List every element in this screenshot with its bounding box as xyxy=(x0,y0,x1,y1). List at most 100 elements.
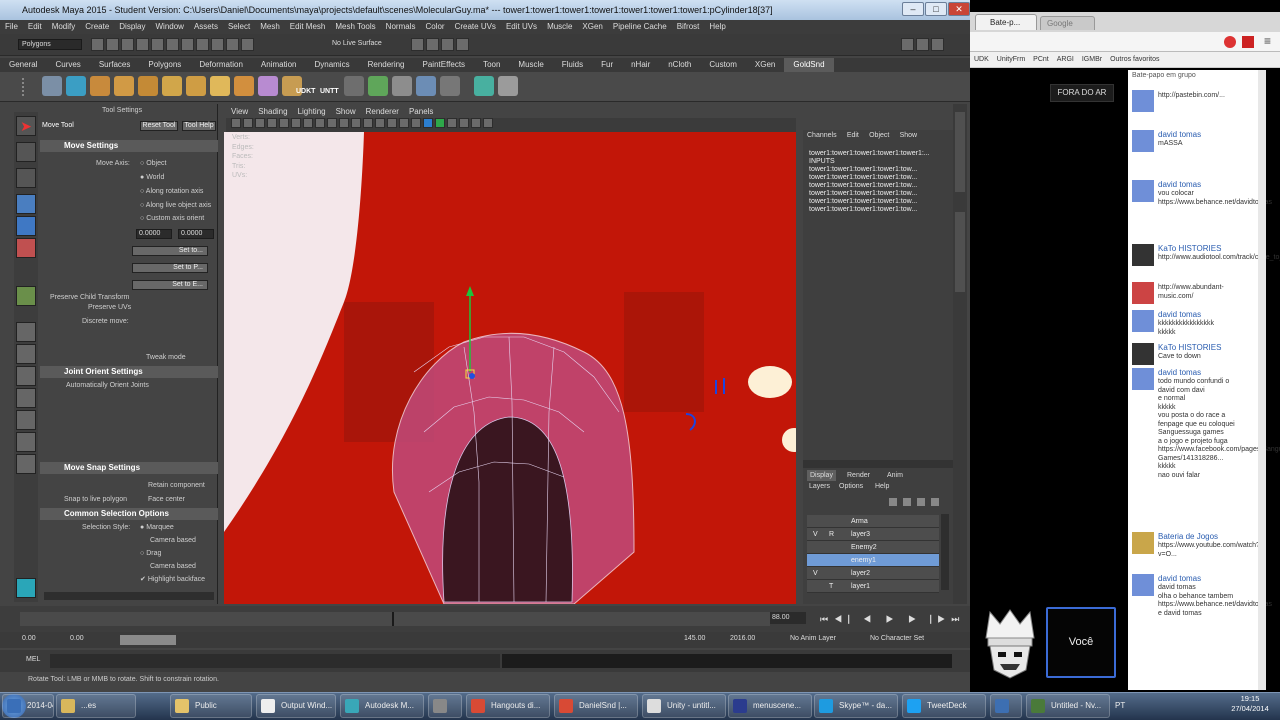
help-menu[interactable]: Help xyxy=(875,483,889,490)
isolate-select-icon[interactable] xyxy=(471,118,481,128)
menu-xgen[interactable]: XGen xyxy=(577,20,607,34)
avatar[interactable] xyxy=(1132,532,1154,554)
joint-orient-header[interactable]: Joint Orient Settings xyxy=(40,366,218,378)
select-hierarchy-icon[interactable] xyxy=(136,38,149,51)
layout-side-icon[interactable] xyxy=(16,366,36,386)
menu-mesh[interactable]: Mesh xyxy=(255,20,285,34)
time-slider-track[interactable] xyxy=(20,612,770,626)
shelf-tab-rendering[interactable]: Rendering xyxy=(359,58,414,72)
avatar[interactable] xyxy=(1132,310,1154,332)
bookmark-item[interactable]: UDK xyxy=(970,52,993,67)
chat-scrollbar[interactable] xyxy=(1258,70,1266,690)
sender-name[interactable]: KaTo HISTORIES xyxy=(1158,244,1221,253)
chrome-menu-icon[interactable]: ≡ xyxy=(1264,34,1271,48)
taskbar-item[interactable]: Unity - untitl... xyxy=(642,694,726,718)
select-component-icon[interactable] xyxy=(166,38,179,51)
shelf-tab-animation[interactable]: Animation xyxy=(252,58,306,72)
sender-name[interactable]: david tomas xyxy=(1158,180,1201,189)
select-tool-icon[interactable]: ➤ xyxy=(16,116,36,136)
menu-edit-mesh[interactable]: Edit Mesh xyxy=(285,20,331,34)
shelf-tab-painteffects[interactable]: PaintEffects xyxy=(414,58,475,72)
grid-icon[interactable] xyxy=(279,118,289,128)
set-to-button-1[interactable]: Set to... xyxy=(132,246,208,256)
options-menu[interactable]: Options xyxy=(839,483,863,490)
shelf-tab-general[interactable]: General xyxy=(0,58,46,72)
image-plane-icon[interactable] xyxy=(267,118,277,128)
extension-icon[interactable] xyxy=(1224,36,1236,48)
channel-layer-divider[interactable] xyxy=(803,460,953,468)
history-icon[interactable] xyxy=(241,38,254,51)
range-start-inner-field[interactable]: 0.00 xyxy=(70,635,84,642)
show-menu[interactable]: Show xyxy=(896,130,922,142)
bookmark-item[interactable]: Outros favoritos xyxy=(1106,52,1163,67)
ambient-occlusion-icon[interactable] xyxy=(435,118,445,128)
extension-icon[interactable] xyxy=(1242,36,1254,48)
render-frame-icon[interactable] xyxy=(411,38,424,51)
chrome-tab-active[interactable]: Bate-p... xyxy=(975,14,1037,30)
retain-component-checkbox[interactable]: Retain component xyxy=(148,482,205,489)
playhead[interactable] xyxy=(392,612,394,626)
sender-name[interactable]: KaTo HISTORIES xyxy=(1158,343,1221,352)
shelf-tool-icon[interactable] xyxy=(258,76,278,96)
shelf-tool-icon[interactable] xyxy=(186,76,206,96)
bookmark-item[interactable]: ARGI xyxy=(1053,52,1078,67)
safe-title-icon[interactable] xyxy=(351,118,361,128)
move-layer-up-icon[interactable] xyxy=(889,498,897,506)
layer-reference-toggle[interactable]: R xyxy=(829,528,834,541)
snap-point-icon[interactable] xyxy=(211,38,224,51)
custom-axis-field-a[interactable]: 0.0000 xyxy=(136,229,172,239)
xray-icon[interactable] xyxy=(483,118,493,128)
camera-based-checkbox-2[interactable]: Camera based xyxy=(150,563,196,570)
axis-option-world[interactable]: ● World xyxy=(140,174,164,181)
channels-menu[interactable]: Channels xyxy=(803,130,841,142)
shelf-tool-icon[interactable] xyxy=(162,76,182,96)
shelf-tab-toon[interactable]: Toon xyxy=(474,58,509,72)
film-gate-icon[interactable] xyxy=(291,118,301,128)
shelf-tool-icon[interactable] xyxy=(90,76,110,96)
avatar[interactable] xyxy=(1132,368,1154,390)
bookmark-item[interactable]: PCnt xyxy=(1029,52,1053,67)
menu-select[interactable]: Select xyxy=(223,20,255,34)
menu-color[interactable]: Color xyxy=(420,20,449,34)
wireframe-on-shaded-icon[interactable] xyxy=(387,118,397,128)
minimize-button[interactable]: – xyxy=(902,2,924,16)
layout-outliner-icon[interactable] xyxy=(16,388,36,408)
layer-row[interactable]: Enemy2 xyxy=(807,541,939,554)
menu-help[interactable]: Help xyxy=(704,20,730,34)
sender-name[interactable]: david tomas xyxy=(1158,310,1201,319)
input-node[interactable]: tower1:tower1:tower1:tower1:tow... xyxy=(803,198,953,206)
shelf-tab-nhair[interactable]: nHair xyxy=(622,58,659,72)
shelf-tab-surfaces[interactable]: Surfaces xyxy=(90,58,140,72)
scale-tool-icon[interactable] xyxy=(16,238,36,258)
layer-reference-toggle[interactable]: T xyxy=(829,580,833,593)
bookmark-item[interactable]: UnityFrm xyxy=(993,52,1029,67)
shelf-tab-xgen[interactable]: XGen xyxy=(746,58,784,72)
taskbar-item[interactable]: menuscene... xyxy=(728,694,812,718)
go-offline-button[interactable]: FORA DO AR xyxy=(1050,84,1114,102)
viewport-menu-panels[interactable]: Panels xyxy=(404,106,438,118)
display-tab[interactable]: Display xyxy=(807,470,836,481)
move-settings-header[interactable]: Move Settings xyxy=(40,140,218,152)
tool-settings-scrollbar[interactable] xyxy=(44,592,214,600)
move-tool-icon[interactable] xyxy=(16,194,36,214)
safe-action-icon[interactable] xyxy=(339,118,349,128)
axis-option-live[interactable]: ○ Along live object axis xyxy=(140,202,211,209)
menu-edit-uvs[interactable]: Edit UVs xyxy=(501,20,542,34)
reset-tool-button[interactable]: Reset Tool xyxy=(140,121,178,131)
toggle-attribute-editor-icon[interactable] xyxy=(901,38,914,51)
mode-selector[interactable]: Polygons xyxy=(18,39,82,50)
layer-scrollbar[interactable] xyxy=(941,514,949,590)
select-object-icon[interactable] xyxy=(151,38,164,51)
menu-display[interactable]: Display xyxy=(114,20,150,34)
avatar[interactable] xyxy=(1132,343,1154,365)
drag-option[interactable]: ○ Drag xyxy=(140,550,161,557)
new-empty-layer-icon[interactable] xyxy=(917,498,925,506)
menu-muscle[interactable]: Muscle xyxy=(542,20,577,34)
smooth-shade-icon[interactable] xyxy=(375,118,385,128)
range-start-field[interactable]: 0.00 xyxy=(22,635,36,642)
live-surface-label[interactable]: No Live Surface xyxy=(332,40,382,47)
menu-window[interactable]: Window xyxy=(151,20,189,34)
menu-pipeline-cache[interactable]: Pipeline Cache xyxy=(608,20,672,34)
field-chart-icon[interactable] xyxy=(327,118,337,128)
range-end-field[interactable]: 2016.00 xyxy=(730,635,755,642)
